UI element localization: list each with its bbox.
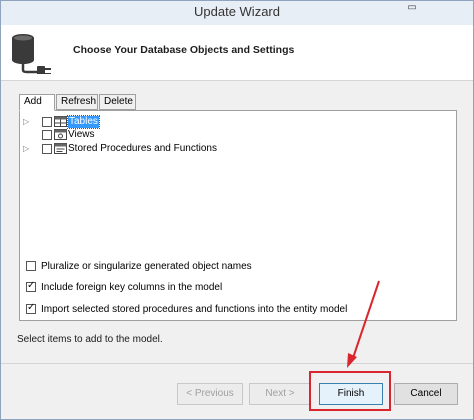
tab-delete[interactable]: Delete bbox=[99, 94, 136, 110]
views-icon bbox=[54, 129, 67, 140]
tab-refresh[interactable]: Refresh bbox=[56, 94, 98, 110]
stored-procedures-checkbox[interactable] bbox=[42, 144, 52, 154]
database-connection-icon bbox=[12, 34, 51, 74]
expand-arrow-icon[interactable]: ▷ bbox=[23, 117, 33, 127]
tables-checkbox[interactable] bbox=[42, 117, 52, 127]
divider bbox=[1, 363, 473, 364]
pluralize-label[interactable]: Pluralize or singularize generated objec… bbox=[41, 260, 252, 273]
views-checkbox[interactable] bbox=[42, 130, 52, 140]
status-text: Select items to add to the model. bbox=[17, 334, 163, 345]
update-wizard-window: Update Wizard ▭ Choose Your Database Obj… bbox=[0, 0, 474, 420]
tree-item-label[interactable]: Views bbox=[68, 129, 95, 141]
tables-icon bbox=[54, 116, 67, 127]
finish-highlight-box bbox=[309, 371, 391, 411]
expand-arrow-icon[interactable]: ▷ bbox=[23, 144, 33, 154]
page-title: Choose Your Database Objects and Setting… bbox=[73, 44, 295, 56]
import-procs-label[interactable]: Import selected stored procedures and fu… bbox=[41, 303, 347, 316]
tree-item-label[interactable]: Tables bbox=[67, 115, 100, 129]
tab-add[interactable]: Add bbox=[19, 94, 55, 111]
objects-panel: ▷ Tables Views ▷ Stored Procedures and F… bbox=[19, 110, 457, 321]
import-procs-checkbox[interactable] bbox=[26, 302, 36, 314]
tree-item-label[interactable]: Stored Procedures and Functions bbox=[68, 143, 217, 155]
wizard-header: Choose Your Database Objects and Setting… bbox=[1, 25, 473, 81]
pluralize-checkbox[interactable] bbox=[26, 261, 36, 271]
previous-button[interactable]: < Previous bbox=[177, 383, 243, 405]
title-bar[interactable]: Update Wizard ▭ bbox=[1, 1, 473, 25]
foreign-keys-checkbox[interactable] bbox=[26, 280, 36, 292]
next-button[interactable]: Next > bbox=[249, 383, 311, 405]
foreign-keys-label[interactable]: Include foreign key columns in the model bbox=[41, 281, 222, 294]
cancel-button[interactable]: Cancel bbox=[394, 383, 458, 405]
stored-procedures-icon bbox=[54, 143, 67, 154]
window-title: Update Wizard bbox=[194, 4, 280, 19]
pin-icon[interactable]: ▭ bbox=[405, 2, 419, 14]
